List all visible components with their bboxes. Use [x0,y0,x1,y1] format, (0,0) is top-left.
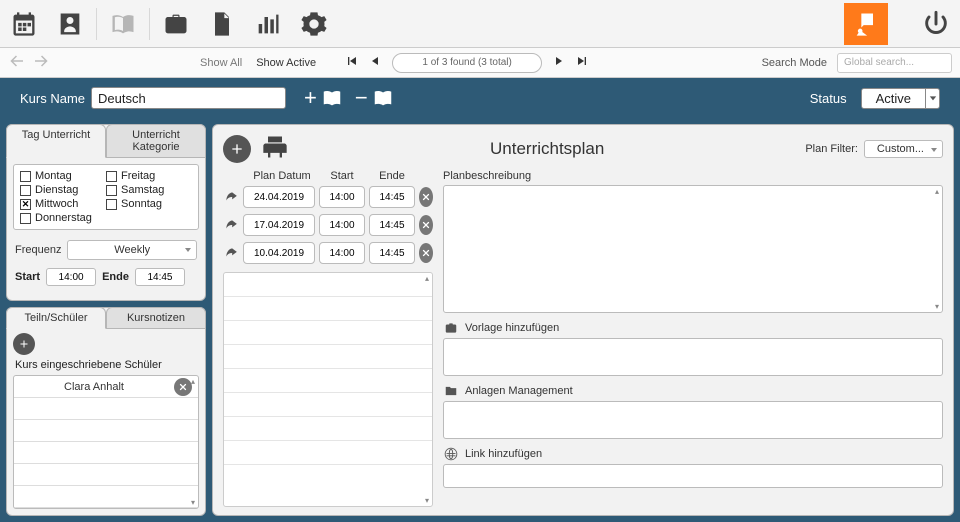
plan-date-input[interactable] [243,214,315,236]
toolbar [0,0,960,48]
nav-back-icon[interactable] [8,52,26,73]
share-icon[interactable] [223,188,239,206]
tab-kursnotizen[interactable]: Kursnotizen [106,307,206,329]
start-time-input[interactable] [46,268,96,286]
kurs-name-input[interactable] [91,87,286,109]
student-row: Clara Anhalt [14,376,198,398]
delete-plan-button[interactable] [419,243,433,263]
plan-row [223,214,433,236]
share-icon[interactable] [223,244,239,262]
globe-icon [443,447,459,461]
remove-course-button[interactable]: − [355,87,396,109]
plan-date-input[interactable] [243,186,315,208]
lesson-plan-panel: Unterrichtsplan Plan Filter: Custom... P… [212,124,954,516]
col-ende: Ende [367,170,417,182]
add-course-button[interactable]: + [304,87,345,109]
global-search-input[interactable]: Global search... [837,53,952,73]
day-sonntag[interactable]: Sonntag [106,198,192,210]
plan-row [223,242,433,264]
share-icon[interactable] [223,216,239,234]
day-montag[interactable]: Montag [20,170,106,182]
first-record-icon[interactable] [344,53,360,72]
day-dienstag[interactable]: Dienstag [20,184,106,196]
schedule-panel: Tag Unterricht Unterricht Kategorie Mont… [6,124,206,301]
delete-plan-button[interactable] [419,187,433,207]
show-all-link[interactable]: Show All [200,57,242,69]
day-donnerstag[interactable]: Donnerstag [20,212,106,224]
chart-icon[interactable] [252,8,284,40]
vorlage-label: Vorlage hinzufügen [465,322,559,334]
day-mittwoch[interactable]: Mittwoch [20,198,106,210]
anlagen-input[interactable] [443,401,943,439]
tab-unterricht-kategorie[interactable]: Unterricht Kategorie [106,124,206,158]
day-samstag[interactable]: Samstag [106,184,192,196]
plan-start-input[interactable] [319,242,365,264]
plan-end-input[interactable] [369,214,415,236]
vorlage-input[interactable] [443,338,943,376]
status-dropdown-icon[interactable] [926,88,940,109]
anlagen-label: Anlagen Management [465,385,573,397]
planbeschreibung-input[interactable]: ▴▾ [443,185,943,313]
link-label: Link hinzufügen [465,448,542,460]
power-icon[interactable] [920,8,952,40]
student-list: Clara Anhalt ▴▾ [13,375,199,509]
status-value[interactable]: Active [861,88,926,109]
delete-plan-button[interactable] [419,215,433,235]
plan-end-input[interactable] [369,242,415,264]
frequenz-label: Frequenz [15,244,61,256]
plan-list-empty: ▴▾ [223,272,433,507]
status-label: Status [810,91,847,106]
book-icon[interactable] [107,8,139,40]
prev-record-icon[interactable] [368,53,384,72]
ende-label: Ende [102,271,129,283]
frequenz-select[interactable]: Weekly [67,240,197,260]
start-label: Start [15,271,40,283]
last-record-icon[interactable] [574,53,590,72]
course-header: Kurs Name + − Status Active [0,78,960,118]
tab-tag-unterricht[interactable]: Tag Unterricht [6,124,106,158]
students-panel: Teiln/Schüler Kursnotizen Kurs eingeschr… [6,307,206,516]
add-student-button[interactable] [13,333,35,355]
plan-date-input[interactable] [243,242,315,264]
add-plan-button[interactable] [223,135,251,163]
document-icon[interactable] [206,8,238,40]
kurs-name-label: Kurs Name [20,91,85,106]
enrolled-title: Kurs eingeschriebene Schüler [7,355,205,373]
next-record-icon[interactable] [550,53,566,72]
calendar-icon[interactable] [8,8,40,40]
student-name: Clara Anhalt [20,381,168,393]
plan-end-input[interactable] [369,186,415,208]
briefcase-icon[interactable] [160,8,192,40]
plan-start-input[interactable] [319,214,365,236]
plan-start-input[interactable] [319,186,365,208]
record-counter[interactable]: 1 of 3 found (3 total) [392,53,542,73]
ende-time-input[interactable] [135,268,185,286]
gear-icon[interactable] [298,8,330,40]
briefcase-icon [443,321,459,335]
plan-filter-label: Plan Filter: [805,143,858,155]
nav-forward-icon[interactable] [32,52,50,73]
plan-row [223,186,433,208]
navbar: Show All Show Active 1 of 3 found (3 tot… [0,48,960,78]
folder-icon [443,384,459,398]
print-icon[interactable] [261,133,289,164]
col-start: Start [317,170,367,182]
link-input[interactable] [443,464,943,488]
col-plan-datum: Plan Datum [247,170,317,182]
planbeschreibung-label: Planbeschreibung [443,170,531,182]
search-mode-link[interactable]: Search Mode [762,57,827,69]
show-active-link[interactable]: Show Active [256,57,316,69]
teacher-icon[interactable] [844,3,888,45]
lesson-plan-title: Unterrichtsplan [301,139,793,159]
day-freitag[interactable]: Freitag [106,170,192,182]
plan-filter-select[interactable]: Custom... [864,140,943,158]
remove-student-button[interactable] [174,378,192,396]
tab-teiln-schueler[interactable]: Teiln/Schüler [6,307,106,329]
person-icon[interactable] [54,8,86,40]
